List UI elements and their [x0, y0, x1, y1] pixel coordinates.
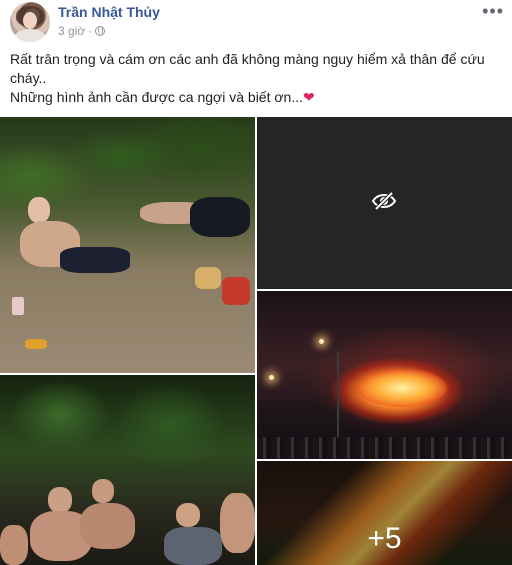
photo-grid: +5	[0, 117, 512, 565]
post-time[interactable]: 3 giờ	[58, 24, 85, 38]
facebook-post: Trần Nhật Thủy 3 giờ · ••• Rất trân trọn…	[0, 0, 512, 565]
photo-group-resting-night[interactable]	[0, 375, 255, 565]
photo-hidden-sensitive[interactable]	[257, 117, 512, 289]
photo-hillside-fire-night[interactable]	[257, 291, 512, 459]
author-name[interactable]: Trần Nhật Thủy	[58, 4, 160, 20]
photo-firefighters-resting[interactable]	[0, 117, 255, 373]
avatar[interactable]	[10, 2, 50, 42]
more-options-icon[interactable]: •••	[482, 2, 504, 20]
post-meta: 3 giờ ·	[58, 24, 106, 38]
meta-separator: ·	[88, 24, 93, 38]
more-photos-count[interactable]: +5	[257, 461, 512, 565]
post-text-line-2: Những hình ảnh cần được ca ngợi và biết …	[10, 89, 315, 105]
post-text-line-1: Rất trân trọng và cám ơn các anh đã khôn…	[10, 51, 485, 86]
globe-icon	[95, 26, 106, 36]
photo-more-overlay[interactable]: +5	[257, 461, 512, 565]
eye-slash-icon[interactable]	[371, 191, 397, 211]
red-heart-icon: ❤	[303, 89, 315, 105]
post-text: Rất trân trọng và cám ơn các anh đã khôn…	[10, 50, 504, 107]
post-header: Trần Nhật Thủy 3 giờ · •••	[0, 0, 512, 44]
